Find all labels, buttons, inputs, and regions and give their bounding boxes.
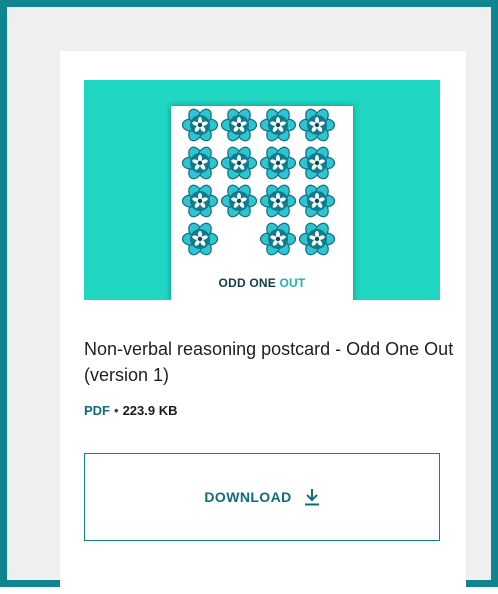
resource-card: ODD ONE OUT Non-verbal reasoning postcar…: [60, 51, 466, 594]
flower-icon: [259, 184, 297, 218]
resource-thumbnail[interactable]: ODD ONE OUT: [84, 80, 440, 300]
flower-icon: [181, 184, 219, 218]
file-meta: PDF • 223.9 KB: [84, 403, 177, 418]
flower-icon: [181, 222, 219, 256]
download-label: DOWNLOAD: [204, 489, 292, 505]
postcard-caption: ODD ONE OUT: [171, 276, 353, 290]
flower-icon: [220, 184, 258, 218]
caption-main: ODD ONE: [218, 276, 280, 290]
flower-icon: [259, 108, 297, 142]
postcard-image: ODD ONE OUT: [171, 106, 353, 300]
flower-icon: [181, 108, 219, 142]
flower-icon: [259, 146, 297, 180]
file-type: PDF: [84, 403, 110, 418]
download-button[interactable]: DOWNLOAD: [84, 453, 440, 541]
flower-icon: [298, 146, 336, 180]
caption-accent: OUT: [279, 276, 306, 290]
meta-separator: •: [114, 403, 119, 418]
flower-icon: [298, 222, 336, 256]
flower-icon: [220, 108, 258, 142]
flower-icon: [298, 108, 336, 142]
flower-icon: [181, 146, 219, 180]
file-size: 223.9 KB: [122, 403, 178, 418]
flower-grid: [181, 108, 336, 256]
resource-title: Non-verbal reasoning postcard - Odd One …: [84, 339, 454, 385]
download-arrow-icon: [304, 488, 320, 506]
flower-icon: [298, 184, 336, 218]
flower-icon: [259, 222, 297, 256]
resource-frame: ODD ONE OUT Non-verbal reasoning postcar…: [0, 0, 498, 594]
flower-icon: [220, 146, 258, 180]
